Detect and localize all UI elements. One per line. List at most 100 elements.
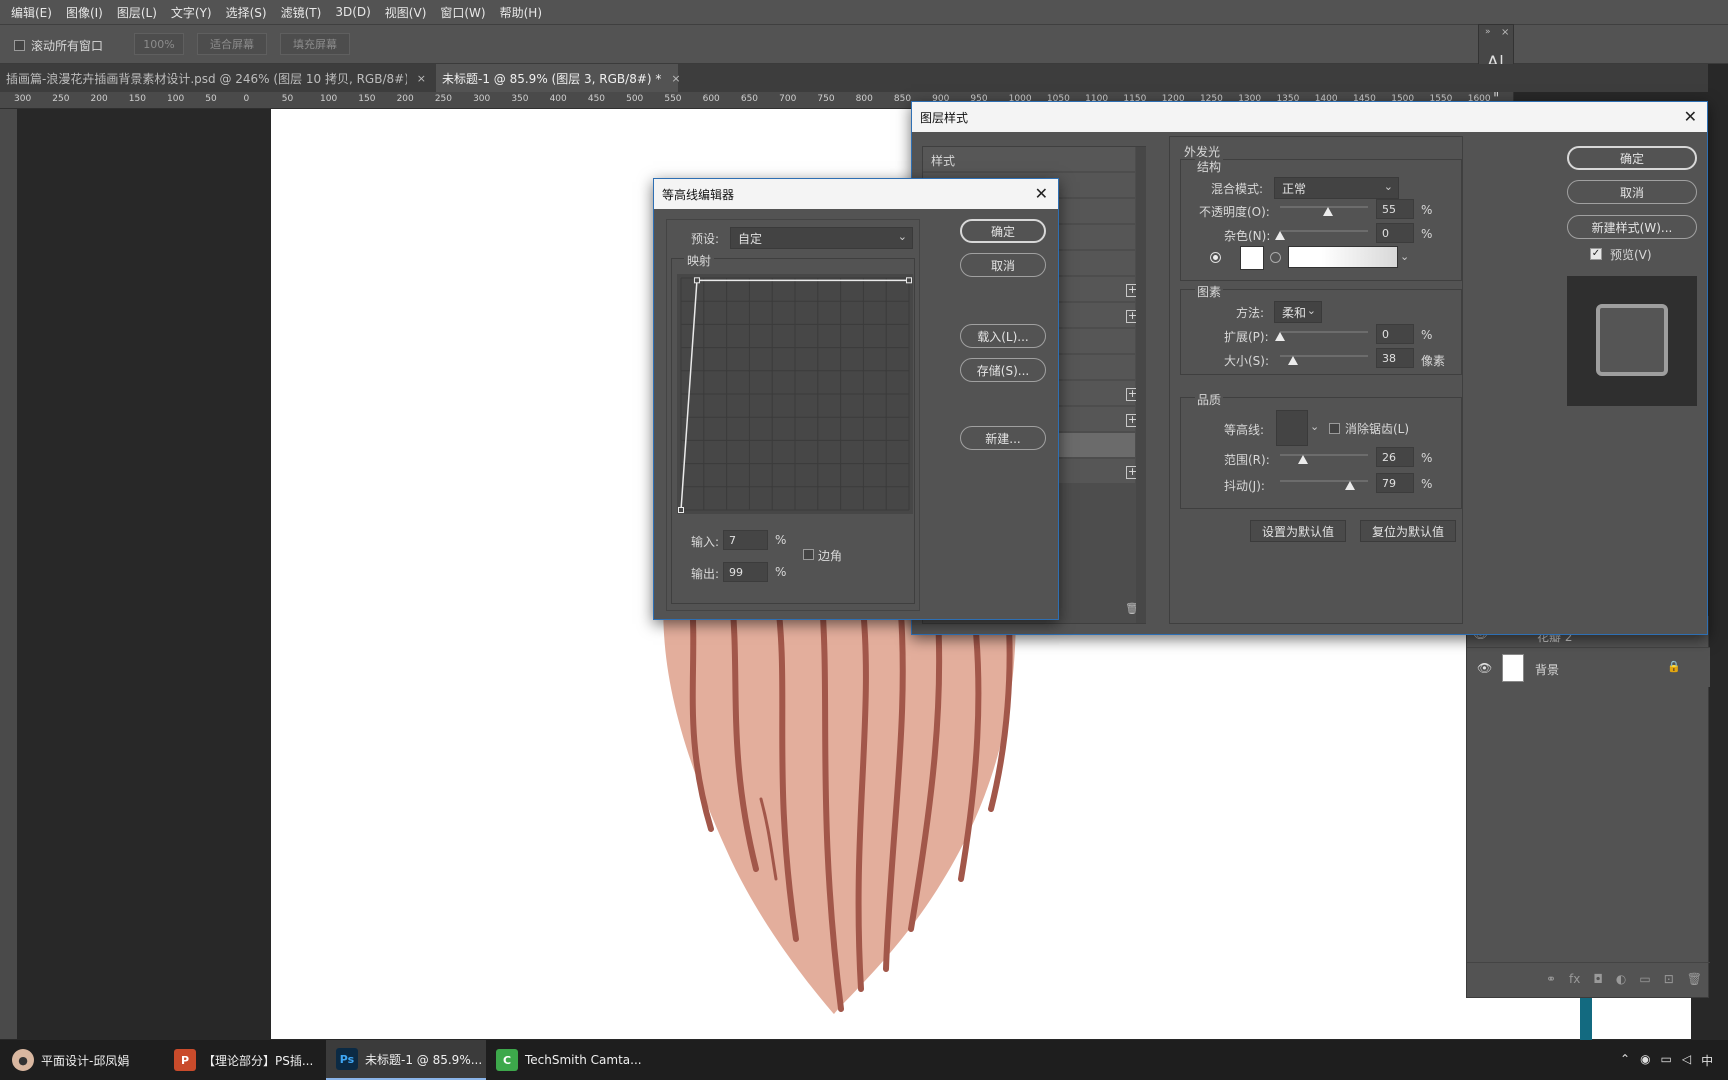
fill-screen-button[interactable]: 填充屏幕 bbox=[280, 33, 350, 55]
ruler-tick-label: 800 bbox=[855, 94, 873, 104]
spread-input[interactable]: 0 bbox=[1376, 324, 1414, 344]
menu-edit[interactable]: 编辑(E) bbox=[4, 4, 59, 21]
cancel-button[interactable]: 取消 bbox=[1567, 180, 1697, 204]
close-icon[interactable]: ✕ bbox=[1035, 184, 1048, 203]
color-radio[interactable] bbox=[1210, 252, 1221, 263]
styles-header[interactable]: 样式 bbox=[923, 147, 1135, 171]
range-label: 范围(R): bbox=[1224, 453, 1270, 467]
elements-title: 图素 bbox=[1195, 283, 1224, 300]
jitter-slider-thumb[interactable] bbox=[1344, 481, 1355, 490]
curve-point[interactable] bbox=[678, 507, 684, 513]
input-field[interactable]: 7 bbox=[723, 530, 768, 550]
new-layer-icon[interactable]: ⊡ bbox=[1664, 972, 1674, 986]
taskbar-item-powerpoint[interactable]: P 【理论部分】PS插... bbox=[174, 1040, 324, 1080]
preset-select[interactable]: 自定 ⌄ bbox=[730, 227, 913, 249]
link-icon[interactable]: ⚭ bbox=[1546, 972, 1556, 986]
menu-type[interactable]: 文字(Y) bbox=[164, 4, 219, 21]
cancel-button[interactable]: 取消 bbox=[960, 253, 1046, 277]
menu-select[interactable]: 选择(S) bbox=[219, 4, 274, 21]
range-input[interactable]: 26 bbox=[1376, 447, 1414, 467]
method-select[interactable]: 柔和 ⌄ bbox=[1274, 301, 1322, 323]
new-style-button[interactable]: 新建样式(W)... bbox=[1567, 215, 1697, 239]
curve-point[interactable] bbox=[693, 277, 700, 284]
opacity-input[interactable]: 55 bbox=[1376, 199, 1414, 219]
save-button[interactable]: 存储(S)... bbox=[960, 358, 1046, 382]
noise-slider-thumb[interactable] bbox=[1275, 231, 1285, 240]
noise-slider[interactable] bbox=[1280, 230, 1368, 232]
chevron-down-icon[interactable]: ⌄ bbox=[1400, 250, 1409, 263]
close-icon[interactable]: × bbox=[1501, 27, 1509, 38]
ok-button[interactable]: 确定 bbox=[960, 219, 1046, 243]
collapse-icon[interactable]: » bbox=[1485, 27, 1491, 37]
ime-indicator[interactable]: 中 bbox=[1701, 1052, 1713, 1069]
mask-icon[interactable]: ◘ bbox=[1593, 972, 1603, 986]
structure-group: 结构 混合模式: 正常 ⌄ 不透明度(O): 55 % 杂色(N): 0 % ⌄ bbox=[1180, 158, 1462, 281]
trash-icon[interactable]: 🗑 bbox=[1687, 972, 1702, 986]
menu-bar: 编辑(E) 图像(I) 图层(L) 文字(Y) 选择(S) 滤镜(T) 3D(D… bbox=[0, 0, 1728, 24]
menu-view[interactable]: 视图(V) bbox=[378, 4, 434, 21]
quality-title: 品质 bbox=[1195, 391, 1224, 408]
reset-default-button[interactable]: 复位为默认值 bbox=[1360, 520, 1456, 542]
noise-input[interactable]: 0 bbox=[1376, 223, 1414, 243]
make-default-button[interactable]: 设置为默认值 bbox=[1250, 520, 1346, 542]
spread-slider-thumb[interactable] bbox=[1275, 332, 1285, 341]
jitter-input[interactable]: 79 bbox=[1376, 473, 1414, 493]
network-icon[interactable]: ▭ bbox=[1661, 1052, 1672, 1069]
glow-color-swatch[interactable] bbox=[1240, 246, 1264, 270]
styles-scrollbar[interactable] bbox=[1136, 147, 1146, 623]
fx-icon[interactable]: fx bbox=[1569, 972, 1580, 986]
percent-label: % bbox=[1421, 328, 1433, 342]
tab-close-icon[interactable]: × bbox=[417, 72, 426, 85]
close-icon[interactable]: ✕ bbox=[1684, 107, 1697, 126]
menu-filter[interactable]: 滤镜(T) bbox=[274, 4, 329, 21]
menu-layer[interactable]: 图层(L) bbox=[110, 4, 164, 21]
visibility-eye-icon[interactable]: 👁 bbox=[1477, 661, 1492, 675]
spread-slider[interactable] bbox=[1280, 331, 1368, 333]
scroll-all-label: 滚动所有窗口 bbox=[31, 39, 104, 53]
group-icon[interactable]: ▭ bbox=[1639, 972, 1650, 986]
ok-button[interactable]: 确定 bbox=[1567, 146, 1697, 170]
contour-thumbnail[interactable] bbox=[1276, 410, 1308, 446]
preview-checkbox[interactable]: ✓ bbox=[1590, 248, 1602, 260]
antialias-checkbox[interactable] bbox=[1329, 423, 1340, 434]
preset-value: 自定 bbox=[738, 231, 763, 246]
menu-window[interactable]: 窗口(W) bbox=[433, 4, 492, 21]
taskbar-item-camtasia[interactable]: C TechSmith Camta... bbox=[496, 1040, 646, 1080]
opacity-slider-thumb[interactable] bbox=[1323, 207, 1334, 216]
jitter-slider[interactable] bbox=[1280, 480, 1368, 482]
zoom-100-button[interactable]: 100% bbox=[134, 33, 184, 55]
corner-checkbox[interactable] bbox=[803, 549, 814, 560]
size-slider-thumb[interactable] bbox=[1288, 356, 1299, 365]
tray-app-icon[interactable]: ◉ bbox=[1640, 1052, 1650, 1069]
curve-point[interactable] bbox=[906, 277, 912, 284]
tab-document-2[interactable]: 未标题-1 @ 85.9% (图层 3, RGB/8#) * × bbox=[436, 64, 681, 92]
output-field[interactable]: 99 bbox=[723, 562, 768, 582]
fit-screen-button[interactable]: 适合屏幕 bbox=[197, 33, 267, 55]
volume-icon[interactable]: ◁ bbox=[1682, 1052, 1691, 1069]
taskbar-item-chat[interactable]: ● 平面设计-邱凤娟 bbox=[12, 1040, 162, 1080]
glow-gradient-swatch[interactable] bbox=[1288, 246, 1398, 268]
menu-help[interactable]: 帮助(H) bbox=[493, 4, 549, 21]
chevron-down-icon[interactable]: ⌄ bbox=[1310, 420, 1319, 433]
gradient-radio[interactable] bbox=[1270, 252, 1281, 263]
range-slider-thumb[interactable] bbox=[1297, 455, 1308, 464]
blend-mode-select[interactable]: 正常 ⌄ bbox=[1274, 177, 1399, 199]
menu-image[interactable]: 图像(I) bbox=[59, 4, 110, 21]
tab-document-1[interactable]: 插画篇-浪漫花卉插画背景素材设计.psd @ 246% (图层 10 拷贝, R… bbox=[0, 64, 432, 92]
tab-close-icon[interactable]: × bbox=[671, 72, 680, 85]
taskbar-label: TechSmith Camta... bbox=[525, 1053, 642, 1067]
tray-chevron-up-icon[interactable]: ⌃ bbox=[1620, 1052, 1630, 1069]
adjustment-icon[interactable]: ◐ bbox=[1616, 972, 1626, 986]
contour-curve-graph[interactable] bbox=[677, 274, 913, 514]
artwork-teal-stroke bbox=[1580, 996, 1592, 1040]
lock-icon: 🔒 bbox=[1667, 660, 1681, 673]
structure-title: 结构 bbox=[1195, 158, 1224, 175]
size-input[interactable]: 38 bbox=[1376, 348, 1414, 368]
new-button[interactable]: 新建... bbox=[960, 426, 1046, 450]
layer-row-background[interactable]: 👁 背景 🔒 bbox=[1467, 647, 1710, 687]
menu-3d[interactable]: 3D(D) bbox=[328, 5, 377, 19]
load-button[interactable]: 载入(L)... bbox=[960, 324, 1046, 348]
scroll-all-checkbox[interactable] bbox=[14, 40, 25, 51]
range-slider[interactable] bbox=[1280, 454, 1368, 456]
taskbar-item-photoshop[interactable]: Ps 未标题-1 @ 85.9%... bbox=[326, 1040, 486, 1080]
